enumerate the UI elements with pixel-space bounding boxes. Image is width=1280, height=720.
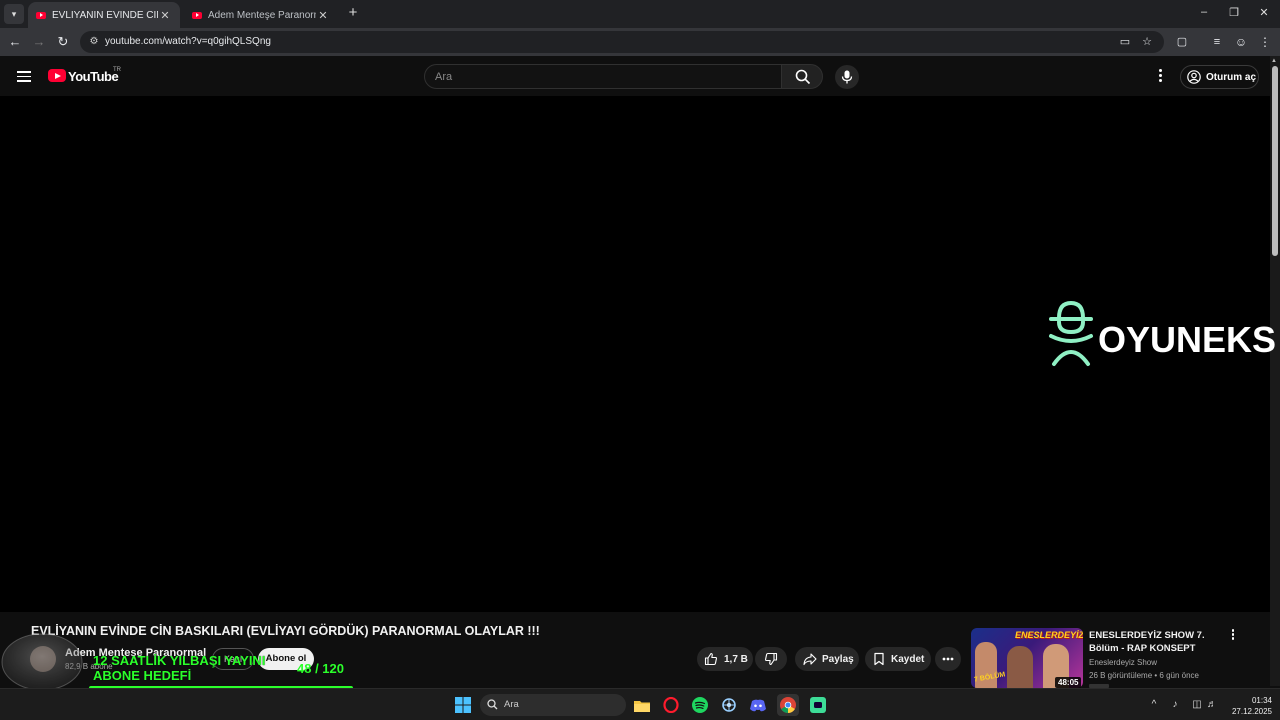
browser-menu-icon[interactable]: ⋮ (1257, 34, 1273, 50)
recommended-video-title[interactable]: ENESLERDEYİZ SHOW 7. Bölüm - RAP KONSEPT (1089, 629, 1225, 655)
scrollbar-thumb[interactable] (1272, 66, 1278, 256)
country-code: TR (113, 67, 121, 73)
youtube-logo-icon[interactable] (48, 69, 66, 82)
overlay-title-line1: 12 SAATLİK YILBAŞI YAYINI (93, 653, 266, 668)
address-bar[interactable]: ⚙ youtube.com/watch?v=q0gihQLSQng ▭ ☆ (80, 31, 1164, 53)
like-count: 1,7 B (724, 653, 748, 665)
share-label: Paylaş (822, 653, 854, 665)
microphone-icon (841, 70, 853, 84)
search-input[interactable]: Ara (424, 64, 782, 89)
url-text: youtube.com/watch?v=q0gihQLSQng (105, 36, 271, 47)
opera-browser-icon[interactable] (660, 694, 682, 716)
browser-tab-active[interactable]: EVLİYANIN EVİNDE CİN BASKIL ✕ (28, 2, 180, 28)
more-horizontal-icon (942, 657, 954, 661)
recommended-video-meta: 26 B görüntüleme • 6 gün önce (1089, 671, 1199, 680)
profile-icon[interactable]: ☺ (1233, 34, 1249, 50)
chrome-icon[interactable] (777, 694, 799, 716)
new-tab-button[interactable]: + (345, 5, 361, 21)
reload-icon[interactable]: ↻ (55, 34, 71, 50)
bookmark-star-icon[interactable]: ☆ (1140, 36, 1154, 48)
menu-icon[interactable] (17, 71, 31, 82)
taskbar-search-input[interactable]: Ara (480, 694, 626, 716)
scroll-up-arrow-icon[interactable]: ▲ (1271, 58, 1277, 64)
account-icon (1187, 70, 1201, 84)
search-placeholder: Ara (435, 71, 453, 83)
media-control-icon[interactable]: ≡ (1209, 34, 1225, 50)
system-clock[interactable]: 01:34 27.12.2025 (1222, 695, 1272, 717)
youtube-header: YouTube TR Ara Oturum aç (0, 56, 1270, 96)
bookmark-icon (874, 652, 884, 666)
oyuneks-watermark: OYUNEKS (1046, 298, 1276, 368)
thumbs-up-icon (704, 652, 718, 666)
recommendation-menu-icon[interactable] (1229, 629, 1237, 643)
overlay-sub-counter: 48 / 120 (297, 661, 344, 676)
extensions-icon[interactable]: ▢ (1174, 34, 1190, 50)
overlay-title: 12 SAATLİK YILBAŞI YAYINI ABONE HEDEFİ (93, 653, 265, 683)
oyuneks-brand-text: OYUNEKS (1098, 319, 1277, 360)
tray-chevron-icon[interactable]: ^ (1147, 699, 1161, 710)
clock-time: 01:34 (1251, 696, 1272, 705)
recommended-channel-name[interactable]: Eneslerdeyiz Show (1089, 658, 1157, 667)
browser-tab-strip: ▾ EVLİYANIN EVİNDE CİN BASKIL ✕ Adem Men… (0, 0, 1280, 28)
windows-taskbar: Ara ^ ♪ ◫ ♬ 01:34 27.12.2025 (0, 688, 1280, 720)
windows-start-icon[interactable] (455, 697, 471, 713)
signin-button[interactable]: Oturum aç (1180, 65, 1259, 89)
tab-search-button[interactable]: ▾ (4, 4, 24, 24)
close-tab-icon[interactable]: ✕ (316, 9, 330, 22)
thumbnail-person (1007, 646, 1033, 688)
close-tab-icon[interactable]: ✕ (158, 9, 172, 22)
file-explorer-icon[interactable] (631, 694, 653, 716)
more-actions-button[interactable] (935, 647, 961, 671)
oyuneks-mascot-icon (1049, 300, 1093, 366)
save-button[interactable]: Kaydet (865, 647, 931, 671)
network-app-icon[interactable] (718, 694, 740, 716)
volume-tray-icon[interactable]: ♬ (1205, 699, 1219, 710)
chat-app-icon[interactable] (807, 694, 829, 716)
dislike-button[interactable] (755, 647, 787, 671)
browser-toolbar: ← → ↻ ⚙ youtube.com/watch?v=q0gihQLSQng … (0, 28, 1280, 56)
forward-arrow-icon[interactable]: → (31, 34, 47, 50)
taskbar-search-placeholder: Ara (504, 699, 519, 710)
site-info-icon[interactable]: ⚙ (88, 36, 100, 48)
share-arrow-icon (803, 653, 817, 666)
youtube-favicon-icon (36, 11, 46, 19)
back-arrow-icon[interactable]: ← (7, 34, 23, 50)
voice-search-button[interactable] (835, 65, 859, 89)
search-icon (487, 699, 498, 710)
network-tray-icon[interactable]: ◫ (1190, 699, 1204, 710)
install-app-icon[interactable]: ▭ (1118, 36, 1132, 48)
youtube-logo-text[interactable]: YouTube (68, 69, 119, 84)
overlay-title-line2: ABONE HEDEFİ (93, 668, 192, 683)
close-window-icon[interactable]: ✕ (1256, 6, 1272, 19)
clock-date: 27.12.2025 (1231, 707, 1272, 716)
youtube-favicon-icon (192, 11, 202, 19)
tab-title: Adem Menteşe Paranormal - Yo (208, 9, 316, 21)
search-button[interactable] (781, 64, 823, 89)
thumbs-down-icon (764, 652, 778, 666)
discord-icon[interactable] (747, 694, 769, 716)
browser-tab[interactable]: Adem Menteşe Paranormal - Yo ✕ (184, 2, 338, 28)
signin-label: Oturum aç (1206, 71, 1257, 83)
thumbnail-show-logo: ENESLERDEYİZ (1015, 630, 1083, 640)
video-title: EVLİYANIN EVİNDE CİN BASKILARI (EVLİYAYI… (31, 624, 540, 638)
microphone-tray-icon[interactable]: ♪ (1168, 699, 1182, 710)
save-label: Kaydet (891, 653, 925, 665)
video-duration-badge: 48:05 (1055, 677, 1082, 688)
tab-title: EVLİYANIN EVİNDE CİN BASKIL (52, 9, 158, 21)
settings-menu-icon[interactable] (1154, 69, 1166, 83)
spotify-icon[interactable] (689, 694, 711, 716)
like-button[interactable]: 1,7 B (697, 647, 753, 671)
search-icon (795, 69, 811, 85)
share-button[interactable]: Paylaş (795, 647, 859, 671)
minimize-icon[interactable]: – (1196, 6, 1212, 18)
restore-icon[interactable]: ❐ (1226, 6, 1242, 19)
